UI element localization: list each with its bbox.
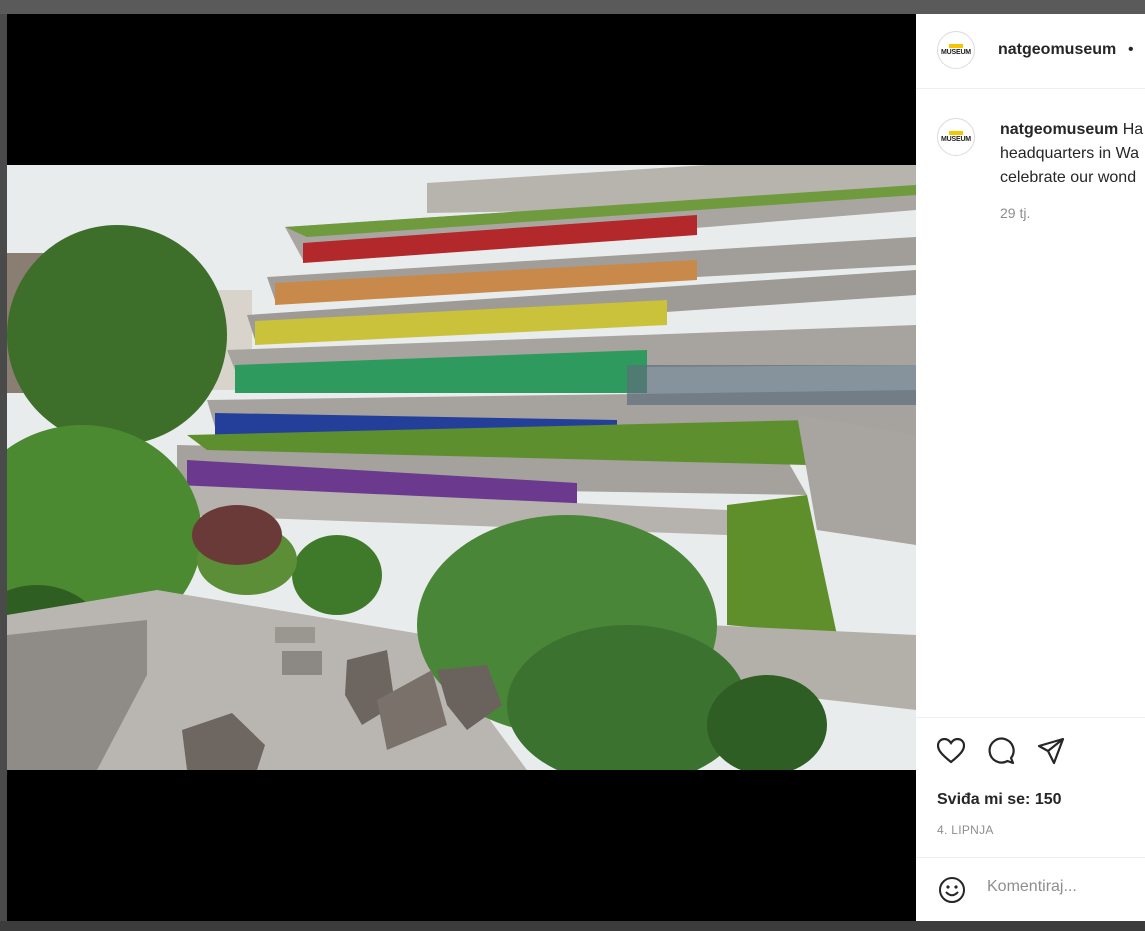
avatar-logo-text: MUSEUM <box>941 136 971 143</box>
post-caption: natgeomuseum Ha headquarters in Wa celeb… <box>1000 118 1145 190</box>
page-backdrop-bottom <box>0 921 1145 931</box>
send-icon[interactable] <box>1036 736 1066 766</box>
page-backdrop <box>0 0 1145 14</box>
header-username[interactable]: natgeomuseum <box>998 41 1116 59</box>
caption-line-1: Ha <box>1122 121 1144 138</box>
post-date: 4. LIPNJA <box>937 823 994 837</box>
caption-line-2: headquarters in Wa <box>1000 145 1140 162</box>
likes-count[interactable]: Sviđa mi se: 150 <box>937 791 1062 809</box>
heart-icon[interactable] <box>936 736 966 766</box>
account-avatar[interactable]: MUSEUM <box>937 31 975 69</box>
post-sidebar: MUSEUM natgeomuseum • MUSEUM natgeomuseu… <box>916 14 1145 921</box>
header-separator: • <box>1128 41 1134 58</box>
natgeo-logo-bar <box>949 44 963 48</box>
caption-line-3: celebrate our wond <box>1000 169 1137 186</box>
post-media <box>7 14 916 921</box>
avatar-logo-text: MUSEUM <box>941 49 971 56</box>
natgeo-logo-bar <box>949 131 963 135</box>
comment-input[interactable]: Komentiraj... <box>987 878 1077 896</box>
emoji-icon[interactable] <box>937 875 967 905</box>
caption-username[interactable]: natgeomuseum <box>1000 121 1118 138</box>
comment-icon[interactable] <box>986 736 1016 766</box>
caption-time: 29 tj. <box>1000 205 1031 221</box>
caption-avatar[interactable]: MUSEUM <box>937 118 975 156</box>
post-actions: Sviđa mi se: 150 4. LIPNJA <box>916 717 1145 858</box>
post-photo <box>7 165 916 770</box>
comment-bar: Komentiraj... <box>916 857 1145 922</box>
post-header: MUSEUM natgeomuseum • <box>916 14 1145 89</box>
